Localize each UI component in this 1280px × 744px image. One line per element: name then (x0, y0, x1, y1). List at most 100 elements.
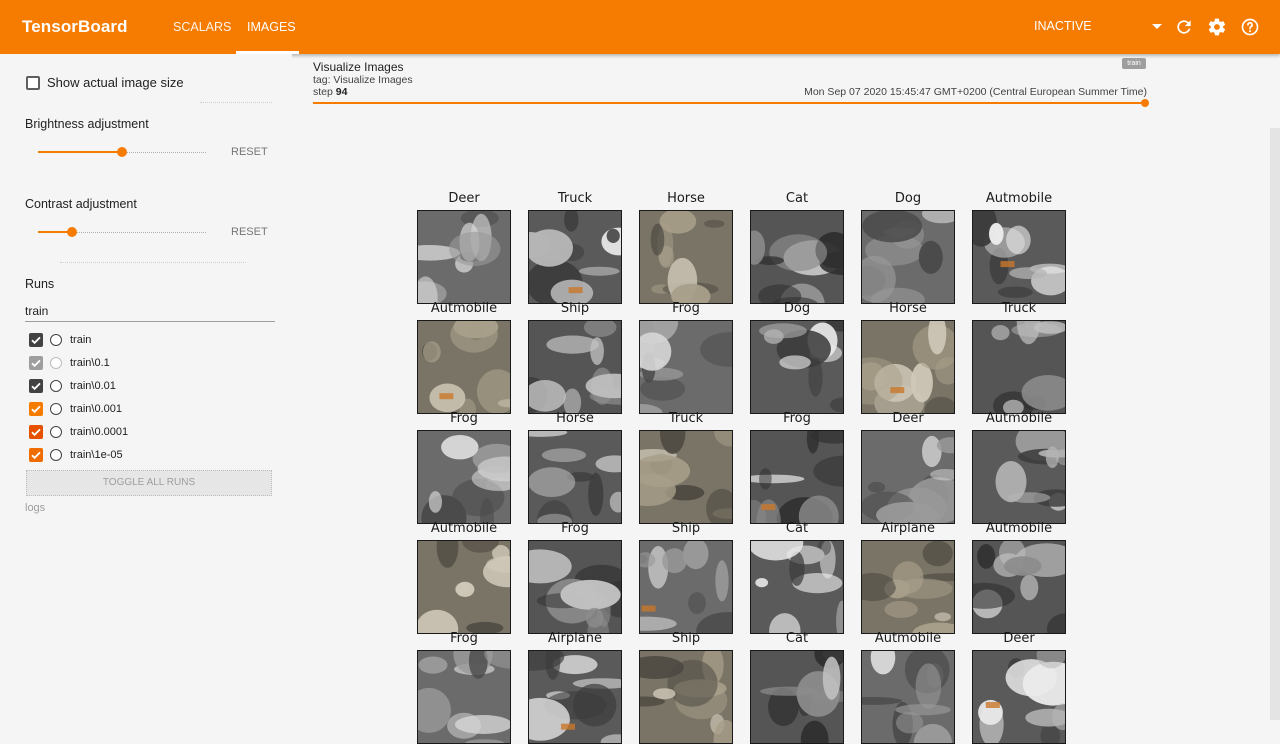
run-item[interactable]: train (29, 333, 269, 349)
run-label: train\0.0001 (70, 426, 129, 438)
tab-scalars[interactable]: SCALARS (173, 20, 231, 34)
run-item[interactable]: train\1e-05 (29, 448, 269, 464)
image-thumbnail (750, 650, 844, 744)
brightness-slider-fill (38, 151, 122, 153)
brightness-label: Brightness adjustment (25, 117, 149, 131)
image-label: Horse (556, 411, 594, 426)
brightness-reset-button[interactable]: RESET (231, 146, 268, 158)
step-slider-thumb[interactable] (1141, 99, 1149, 107)
image-label: Frog (450, 411, 478, 426)
run-label: train\1e-05 (70, 449, 123, 461)
tab-images[interactable]: IMAGES (247, 20, 296, 34)
image-thumbnail (528, 320, 622, 414)
image-label: Autmobile (985, 411, 1053, 426)
help-icon[interactable] (1240, 17, 1260, 37)
inactive-dashboards-select[interactable]: INACTIVE (1034, 19, 1164, 33)
image-thumbnail (417, 320, 511, 414)
image-label: Cat (785, 631, 809, 646)
show-actual-size-checkbox[interactable] (26, 76, 40, 90)
image-label: Cat (785, 191, 809, 206)
divider (60, 262, 246, 263)
image-thumbnail (639, 430, 733, 524)
brightness-slider-thumb[interactable] (117, 147, 127, 157)
app-title: TensorBoard (22, 17, 128, 36)
run-radio[interactable] (50, 357, 62, 369)
image-thumbnail (861, 320, 955, 414)
image-label: Autmobile (985, 191, 1053, 206)
image-thumbnail (972, 430, 1066, 524)
divider (200, 102, 272, 103)
run-radio[interactable] (50, 449, 62, 461)
image-thumbnail (528, 540, 622, 634)
image-label: Autmobile (874, 631, 942, 646)
run-checkbox[interactable] (29, 448, 43, 462)
image-label: Horse (889, 301, 927, 316)
card-timestamp: Mon Sep 07 2020 15:45:47 GMT+0200 (Centr… (804, 86, 1147, 98)
image-thumbnail (750, 540, 844, 634)
image-label: Truck (1001, 301, 1037, 316)
image-thumbnail (528, 430, 622, 524)
run-label: train (70, 334, 92, 346)
image-label: Frog (783, 411, 811, 426)
image-label: Deer (448, 191, 480, 206)
image-label: Frog (450, 631, 478, 646)
image-thumbnail (417, 540, 511, 634)
image-label: Autmobile (430, 301, 498, 316)
image-label: Truck (557, 191, 593, 206)
image-label: Autmobile (985, 521, 1053, 536)
image-thumbnail (417, 650, 511, 744)
scrollbar[interactable] (1270, 128, 1280, 720)
run-item[interactable]: train\0.0001 (29, 425, 269, 441)
run-chip: train (1122, 58, 1146, 69)
sidebar: Show actual image size Brightness adjust… (0, 54, 292, 720)
image-label: Dog (783, 301, 811, 316)
image-label: Ship (560, 301, 590, 316)
image-thumbnail (750, 210, 844, 304)
image-thumbnail (861, 540, 955, 634)
image-label: Deer (892, 411, 924, 426)
image-thumbnail (528, 210, 622, 304)
run-radio[interactable] (50, 334, 62, 346)
card-title: Visualize Images (313, 60, 404, 74)
image-thumbnail (639, 320, 733, 414)
gear-icon[interactable] (1207, 17, 1227, 37)
toggle-all-runs-button[interactable]: TOGGLE ALL RUNS (26, 470, 272, 496)
image-label: Airplane (548, 631, 602, 646)
image-thumbnail (639, 540, 733, 634)
image-thumbnail (528, 650, 622, 744)
image-thumbnail (972, 540, 1066, 634)
run-radio[interactable] (50, 403, 62, 415)
run-checkbox[interactable] (29, 379, 43, 393)
run-radio[interactable] (50, 426, 62, 438)
run-checkbox[interactable] (29, 333, 43, 347)
logdir-label: logs (25, 502, 46, 514)
caret-down-icon[interactable] (1152, 24, 1162, 29)
run-item[interactable]: train\0.1 (29, 356, 269, 372)
contrast-slider-thumb[interactable] (67, 227, 77, 237)
contrast-reset-button[interactable]: RESET (231, 226, 268, 238)
run-checkbox[interactable] (29, 356, 43, 370)
runs-filter-underline (25, 321, 275, 322)
step-slider-track[interactable] (313, 102, 1145, 104)
image-label: Ship (671, 521, 701, 536)
runs-filter-input[interactable]: train (25, 304, 48, 318)
run-item[interactable]: train\0.01 (29, 379, 269, 395)
run-item[interactable]: train\0.001 (29, 402, 269, 418)
image-label: Dog (894, 191, 922, 206)
image-thumbnail (417, 210, 511, 304)
run-checkbox[interactable] (29, 402, 43, 416)
refresh-icon[interactable] (1174, 17, 1194, 37)
card-step: step 94 (313, 86, 347, 98)
image-thumbnail (972, 650, 1066, 744)
image-label: Deer (1003, 631, 1035, 646)
image-thumbnail (972, 320, 1066, 414)
card-tag: tag: Visualize Images (313, 74, 413, 86)
image-label: Truck (668, 411, 704, 426)
run-checkbox[interactable] (29, 425, 43, 439)
run-label: train\0.01 (70, 380, 116, 392)
image-thumbnail (417, 430, 511, 524)
run-radio[interactable] (50, 380, 62, 392)
image-thumbnail (639, 650, 733, 744)
image-thumbnail (861, 430, 955, 524)
image-label: Ship (671, 631, 701, 646)
